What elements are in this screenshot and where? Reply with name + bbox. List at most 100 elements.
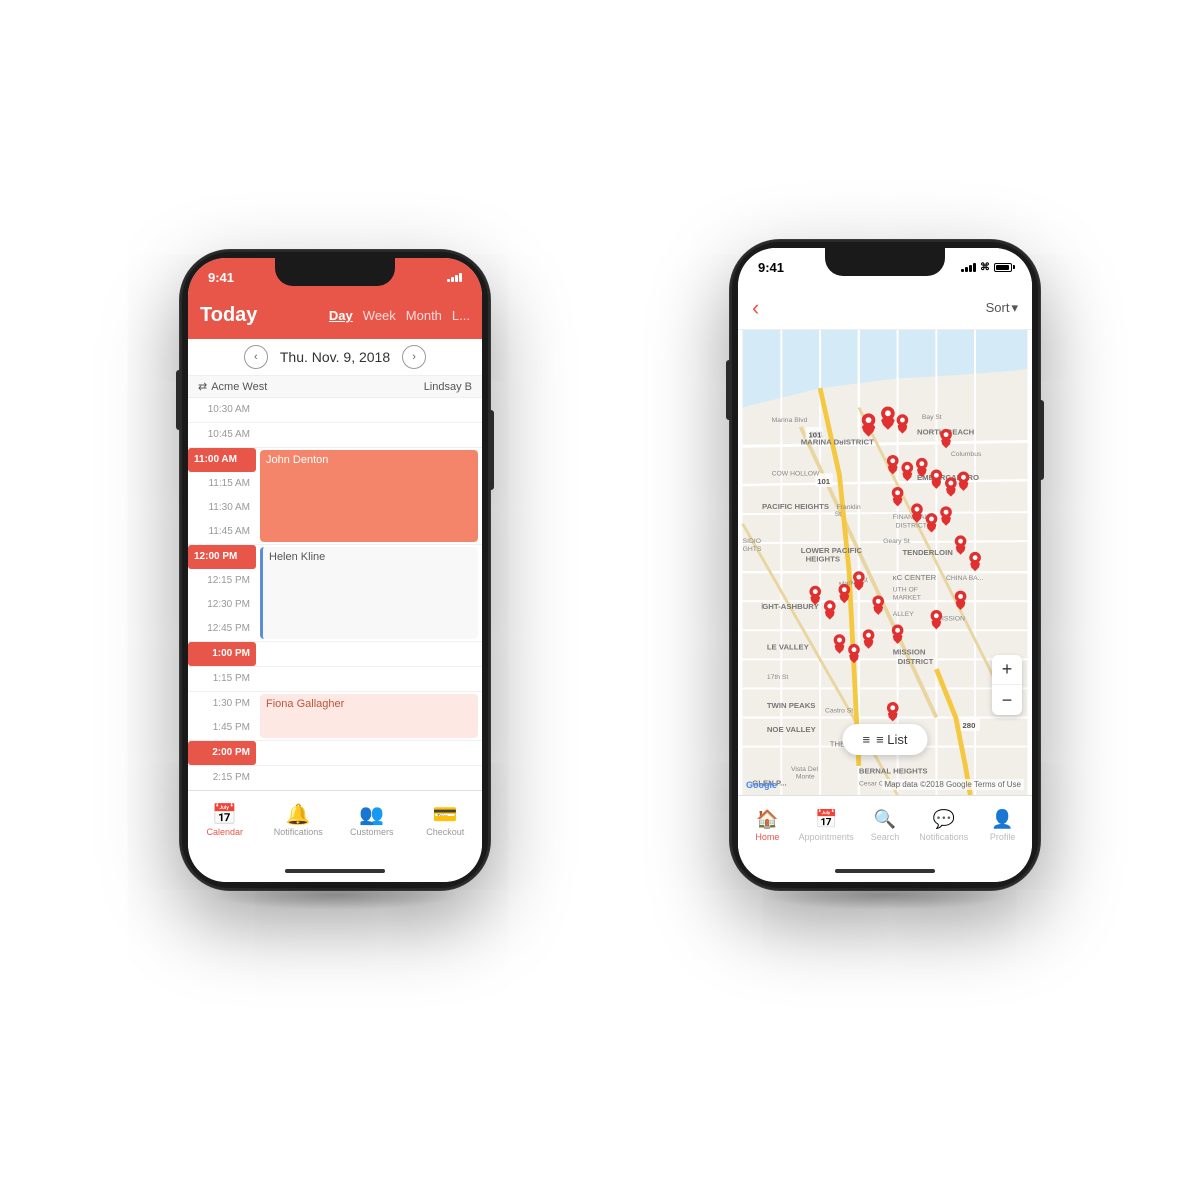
next-date-button[interactable]: › — [402, 345, 426, 369]
prev-date-button[interactable]: ‹ — [244, 345, 268, 369]
tab-checkout[interactable]: 💳 Checkout — [409, 805, 483, 837]
svg-text:Castro St: Castro St — [825, 708, 853, 715]
appointments-icon: 📅 — [815, 809, 837, 830]
svg-text:ᴋC CENTER: ᴋC CENTER — [893, 573, 937, 582]
map-back-button[interactable]: ‹ — [752, 295, 759, 321]
map-tab-notifications-label: Notifications — [919, 832, 968, 842]
home-icon: 🏠 — [756, 809, 778, 830]
tab-calendar[interactable]: 📅 Calendar — [188, 805, 262, 837]
time-label-1115: 11:15 AM — [188, 472, 256, 496]
profile-icon: 👤 — [991, 809, 1013, 830]
checkout-icon: 💳 — [433, 805, 458, 825]
svg-text:SIDIO: SIDIO — [743, 538, 761, 545]
right-status-time: 9:41 — [758, 260, 784, 275]
map-tab-search-label: Search — [871, 832, 900, 842]
time-labels-helen: 12:00 PM 12:15 PM 12:30 PM 12:45 PM — [188, 545, 256, 641]
location-icon: ⇄ — [198, 380, 207, 393]
map-tab-appointments[interactable]: 📅 Appointments — [797, 809, 856, 842]
google-logo: Google — [746, 780, 777, 790]
bell-icon: 🔔 — [286, 805, 311, 825]
left-phone-shadow — [211, 880, 459, 910]
time-label-1145: 11:45 AM — [188, 520, 256, 544]
time-label-1130: 11:30 AM — [188, 496, 256, 520]
right-phone-shadow — [761, 880, 1009, 910]
map-sort-button[interactable]: Sort ▾ — [986, 300, 1018, 316]
svg-text:ALLEY: ALLEY — [893, 611, 915, 618]
slot-1400: 2:00 PM — [188, 741, 482, 766]
calendar-header-top: Today Day Week Month L... — [200, 304, 470, 327]
svg-text:HEIGHTS: HEIGHTS — [806, 555, 840, 564]
left-phone: 9:41 Today — [180, 250, 490, 890]
svg-text:TWIN PEAKS: TWIN PEAKS — [767, 701, 816, 710]
slot-group-john: 11:00 AM 11:15 AM 11:30 AM 11:45 AM John… — [188, 448, 482, 545]
left-home-indicator — [188, 860, 482, 882]
time-content-1300 — [256, 642, 482, 666]
tab-month[interactable]: Month — [406, 308, 442, 323]
wifi-icon: ⌘ — [980, 262, 990, 273]
tab-day[interactable]: Day — [329, 308, 353, 323]
user-name: Lindsay B — [424, 381, 472, 393]
map-tab-notifications[interactable]: 💬 Notifications — [914, 809, 973, 842]
appt-fiona-gallagher[interactable]: Fiona Gallagher — [260, 694, 478, 738]
svg-text:Marina Blvd: Marina Blvd — [772, 417, 808, 424]
map-google-label: Google — [746, 780, 777, 790]
svg-text:CHINA BA...: CHINA BA... — [946, 575, 983, 582]
left-phone-screen: 9:41 Today — [188, 258, 482, 882]
calendar-tabs: Day Week Month L... — [329, 308, 470, 323]
zoom-out-button[interactable]: − — [992, 685, 1022, 715]
time-content-1315 — [256, 667, 482, 691]
svg-text:COW HOLLOW: COW HOLLOW — [772, 470, 820, 477]
svg-text:PACIFIC HEIGHTS: PACIFIC HEIGHTS — [762, 502, 829, 511]
calendar-header: Today Day Week Month L... — [188, 296, 482, 339]
list-button-label: ≡ List — [876, 732, 907, 747]
tab-week[interactable]: Week — [363, 308, 396, 323]
slot-1415: 2:15 PM — [188, 766, 482, 790]
tab-customers[interactable]: 👥 Customers — [335, 805, 409, 837]
map-tab-profile-label: Profile — [990, 832, 1016, 842]
map-tab-home[interactable]: 🏠 Home — [738, 809, 797, 842]
appt-helen-kline[interactable]: Helen Kline — [260, 547, 478, 639]
time-label-1045: 10:45 AM — [188, 423, 256, 447]
notifications-icon: 💬 — [933, 809, 955, 830]
calendar-schedule: 10:30 AM 10:45 AM 11:00 AM 11:15 AM 11:3 — [188, 398, 482, 790]
zoom-in-button[interactable]: + — [992, 655, 1022, 685]
svg-text:MISSION: MISSION — [893, 648, 926, 657]
map-container: 101 101 280 101 Marina Blvd MARINA DᴚIST… — [738, 330, 1032, 795]
location-name: Acme West — [211, 381, 267, 393]
time-label-1100: 11:00 AM — [188, 448, 256, 472]
calendar-title: Today — [200, 304, 257, 327]
time-label-1345: 1:45 PM — [188, 716, 256, 740]
tab-notifications[interactable]: 🔔 Notifications — [262, 805, 336, 837]
scene: 9:41 Today — [150, 150, 1050, 1050]
svg-text:UTH OF: UTH OF — [893, 587, 918, 594]
location-bar: ⇄ Acme West Lindsay B — [188, 376, 482, 398]
map-list-button[interactable]: ≡ ≡ List — [842, 724, 927, 755]
svg-text:LE VALLEY: LE VALLEY — [767, 643, 810, 652]
left-status-icons — [447, 272, 462, 282]
time-content-1400 — [256, 741, 482, 765]
svg-text:Vista Del: Vista Del — [791, 766, 818, 773]
map-nav-bar: ‹ Sort ▾ — [738, 286, 1032, 330]
tab-calendar-label: Calendar — [206, 827, 243, 837]
map-tab-appointments-label: Appointments — [799, 832, 854, 842]
map-tab-profile[interactable]: 👤 Profile — [973, 809, 1032, 842]
time-label-1245: 12:45 PM — [188, 617, 256, 641]
time-content-1415 — [256, 766, 482, 790]
right-notch — [825, 248, 945, 276]
svg-text:LOWER PACIFIC: LOWER PACIFIC — [801, 546, 863, 555]
map-tab-search[interactable]: 🔍 Search — [856, 809, 915, 842]
battery-icon — [994, 263, 1012, 272]
time-label-1415: 2:15 PM — [188, 766, 256, 790]
time-labels-john: 11:00 AM 11:15 AM 11:30 AM 11:45 AM — [188, 448, 256, 544]
tab-list[interactable]: L... — [452, 308, 470, 323]
tab-checkout-label: Checkout — [426, 827, 464, 837]
appt-john-denton[interactable]: John Denton — [260, 450, 478, 542]
map-data-label: Map data ©2018 Google Terms of Use — [885, 780, 1022, 789]
map-tab-home-label: Home — [755, 832, 779, 842]
svg-text:17th St: 17th St — [767, 674, 789, 681]
map-zoom-controls: + − — [992, 655, 1022, 715]
time-label-1230: 12:30 PM — [188, 593, 256, 617]
left-tab-bar: 📅 Calendar 🔔 Notifications 👥 Customers 💳… — [188, 790, 482, 860]
map-attribution: Map data ©2018 Google Terms of Use — [882, 779, 1025, 790]
search-icon: 🔍 — [874, 809, 896, 830]
